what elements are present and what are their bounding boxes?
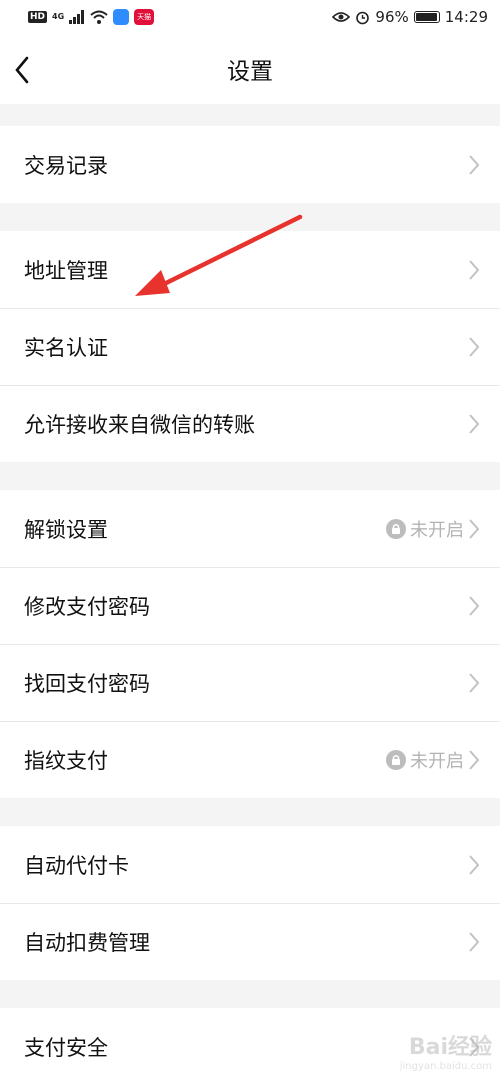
row-label: 指纹支付: [24, 748, 108, 773]
hd-badge: HD: [28, 11, 48, 23]
row-label: 自动扣费管理: [24, 930, 150, 955]
chevron-right-icon: [469, 595, 480, 616]
network-type: 4G: [52, 12, 65, 21]
row-label: 找回支付密码: [24, 671, 150, 696]
status-text: 未开启: [410, 519, 464, 541]
watermark-logo: Bai经验: [408, 1034, 492, 1060]
row-label: 支付安全: [24, 1035, 108, 1060]
chevron-right-icon: [469, 672, 480, 693]
row-accessory: [468, 644, 480, 721]
back-button[interactable]: [6, 50, 38, 90]
chevron-right-icon: [469, 854, 480, 875]
row-label: 自动代付卡: [24, 853, 129, 878]
chevron-right-icon: [469, 931, 480, 952]
status-bar: HD 4G 天猫 96% 14:29: [0, 0, 500, 34]
page-title: 设置: [227, 59, 273, 85]
baidu-watermark: Bai经验 jingyan.baidu.com: [382, 1025, 492, 1075]
row-accessory: [468, 308, 480, 385]
chevron-right-icon: [469, 749, 480, 770]
battery-icon: [413, 11, 440, 23]
cloud-app-icon: [113, 9, 130, 25]
settings-group-4: 自动代付卡 自动扣费管理: [0, 826, 500, 980]
eye-icon: [332, 12, 351, 22]
chevron-right-icon: [469, 154, 480, 175]
row-label: 解锁设置: [24, 517, 108, 542]
alarm-icon: [356, 11, 370, 24]
watermark-url: jingyan.baidu.com: [399, 1060, 492, 1072]
row-unlock-settings[interactable]: 解锁设置 未开启: [0, 490, 500, 567]
signal-icon: [69, 10, 85, 24]
tmall-app-icon: 天猫: [134, 9, 155, 25]
chevron-left-icon: [15, 56, 29, 84]
row-accessory: [468, 567, 480, 644]
row-fingerprint-payment[interactable]: 指纹支付 未开启: [0, 721, 500, 798]
row-transaction-records[interactable]: 交易记录: [0, 126, 500, 203]
row-recover-payment-password[interactable]: 找回支付密码: [0, 644, 500, 721]
row-accessory: 未开启: [386, 721, 480, 798]
status-text: 未开启: [410, 750, 464, 772]
row-label: 地址管理: [24, 258, 108, 283]
row-auto-deduction-management[interactable]: 自动扣费管理: [0, 903, 500, 980]
settings-group-1: 交易记录: [0, 126, 500, 203]
row-accessory: [468, 126, 480, 203]
row-accessory: [468, 826, 480, 903]
settings-group-3: 解锁设置 未开启 修改支付密码 找回支付密码 指纹支付 未开启: [0, 490, 500, 798]
clock: 14:29: [444, 8, 488, 26]
chevron-right-icon: [469, 413, 480, 434]
chevron-right-icon: [469, 336, 480, 357]
row-label: 实名认证: [24, 335, 108, 360]
row-accessory: 未开启: [386, 490, 480, 567]
row-label: 修改支付密码: [24, 594, 150, 619]
row-label: 允许接收来自微信的转账: [24, 412, 255, 437]
row-change-payment-password[interactable]: 修改支付密码: [0, 567, 500, 644]
row-wechat-transfer[interactable]: 允许接收来自微信的转账: [0, 385, 500, 462]
row-real-name-verification[interactable]: 实名认证: [0, 308, 500, 385]
row-accessory: [468, 385, 480, 462]
nav-bar: 设置: [0, 34, 500, 104]
row-auto-proxy-card[interactable]: 自动代付卡: [0, 826, 500, 903]
row-accessory: [468, 231, 480, 308]
settings-group-2: 地址管理 实名认证 允许接收来自微信的转账: [0, 231, 500, 462]
chevron-right-icon: [469, 259, 480, 280]
status-bar-left: HD 4G 天猫: [28, 9, 155, 25]
wifi-icon: [90, 10, 108, 24]
chevron-right-icon: [469, 518, 480, 539]
battery-percent: 96%: [375, 8, 409, 26]
row-accessory: [468, 903, 480, 980]
lock-icon: [386, 749, 406, 770]
status-bar-right: 96% 14:29: [332, 8, 488, 26]
row-address-management[interactable]: 地址管理: [0, 231, 500, 308]
lock-icon: [386, 518, 406, 539]
row-label: 交易记录: [24, 153, 108, 178]
